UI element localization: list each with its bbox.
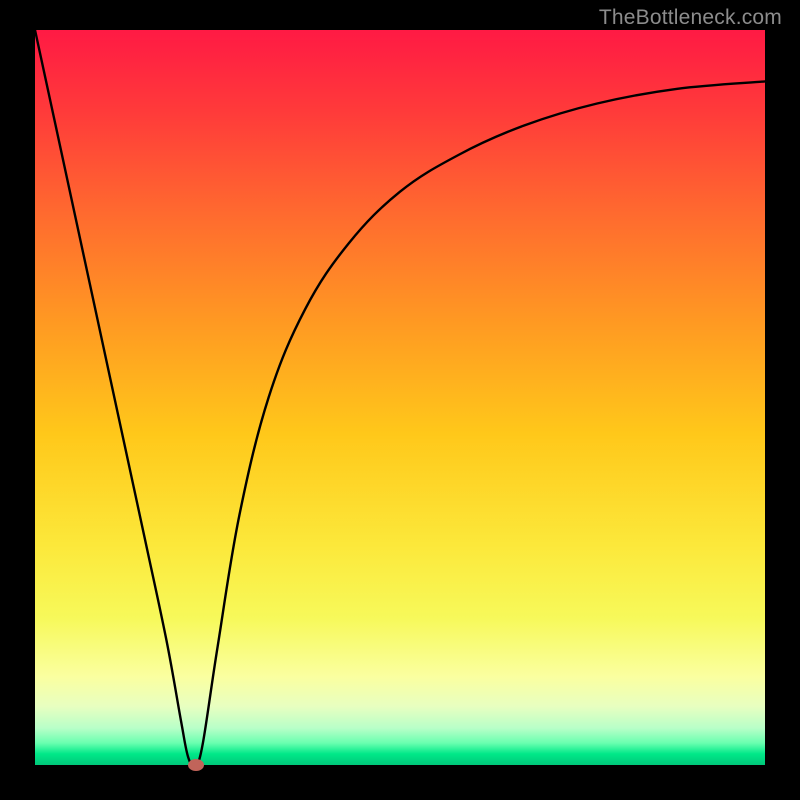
watermark-text: TheBottleneck.com — [599, 6, 782, 30]
curve-svg — [35, 30, 765, 765]
optimum-marker — [188, 759, 204, 771]
plot-area — [35, 30, 765, 765]
chart-frame: TheBottleneck.com — [0, 0, 800, 800]
bottleneck-curve — [35, 30, 765, 765]
